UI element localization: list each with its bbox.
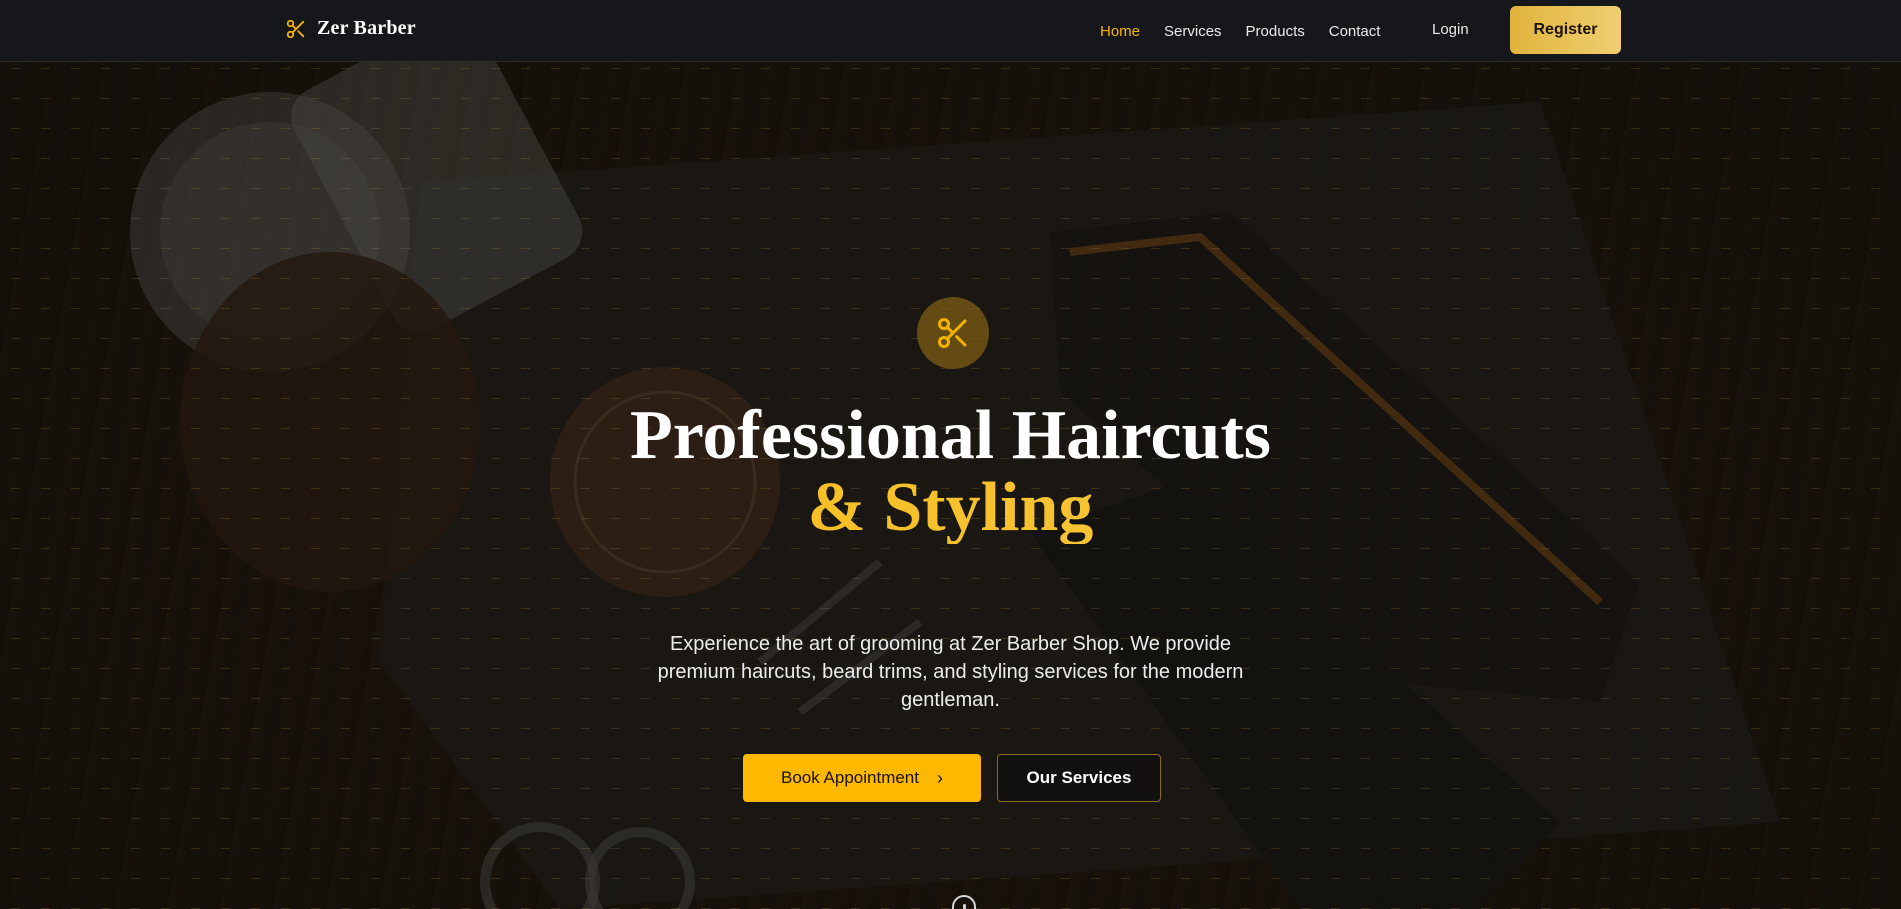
register-button[interactable]: Register <box>1510 6 1621 54</box>
login-link[interactable]: Login <box>1432 21 1469 38</box>
nav-link-contact[interactable]: Contact <box>1329 23 1381 40</box>
brand-logo[interactable]: Zer Barber <box>285 17 416 40</box>
main-nav: Home Services Products Contact <box>1100 0 1404 62</box>
scissors-icon <box>938 318 967 348</box>
hero-section: Professional Haircuts & Styling Experien… <box>0 62 1901 909</box>
hero-description: Experience the art of grooming at Zer Ba… <box>657 633 1244 711</box>
hero-badge <box>917 297 989 369</box>
hero-title-line1: Professional Haircuts <box>629 397 1271 474</box>
brand-name: Zer Barber <box>317 17 416 39</box>
our-services-button[interactable]: Our Services <box>997 754 1161 802</box>
top-navbar: Zer Barber Home Services Products Contac… <box>0 0 1901 62</box>
nav-link-services[interactable]: Services <box>1164 23 1222 40</box>
nav-link-products[interactable]: Products <box>1246 23 1305 40</box>
nav-link-home[interactable]: Home <box>1100 23 1140 40</box>
scissors-icon <box>286 19 305 38</box>
scroll-dot <box>963 904 966 909</box>
hero-title: Professional Haircuts & Styling <box>0 400 1901 544</box>
book-appointment-button[interactable]: Book Appointment › <box>743 754 981 802</box>
hero-title-accent: & Styling <box>0 472 1901 544</box>
chevron-right-icon: › <box>936 767 943 788</box>
book-appointment-label: Book Appointment <box>781 768 919 787</box>
